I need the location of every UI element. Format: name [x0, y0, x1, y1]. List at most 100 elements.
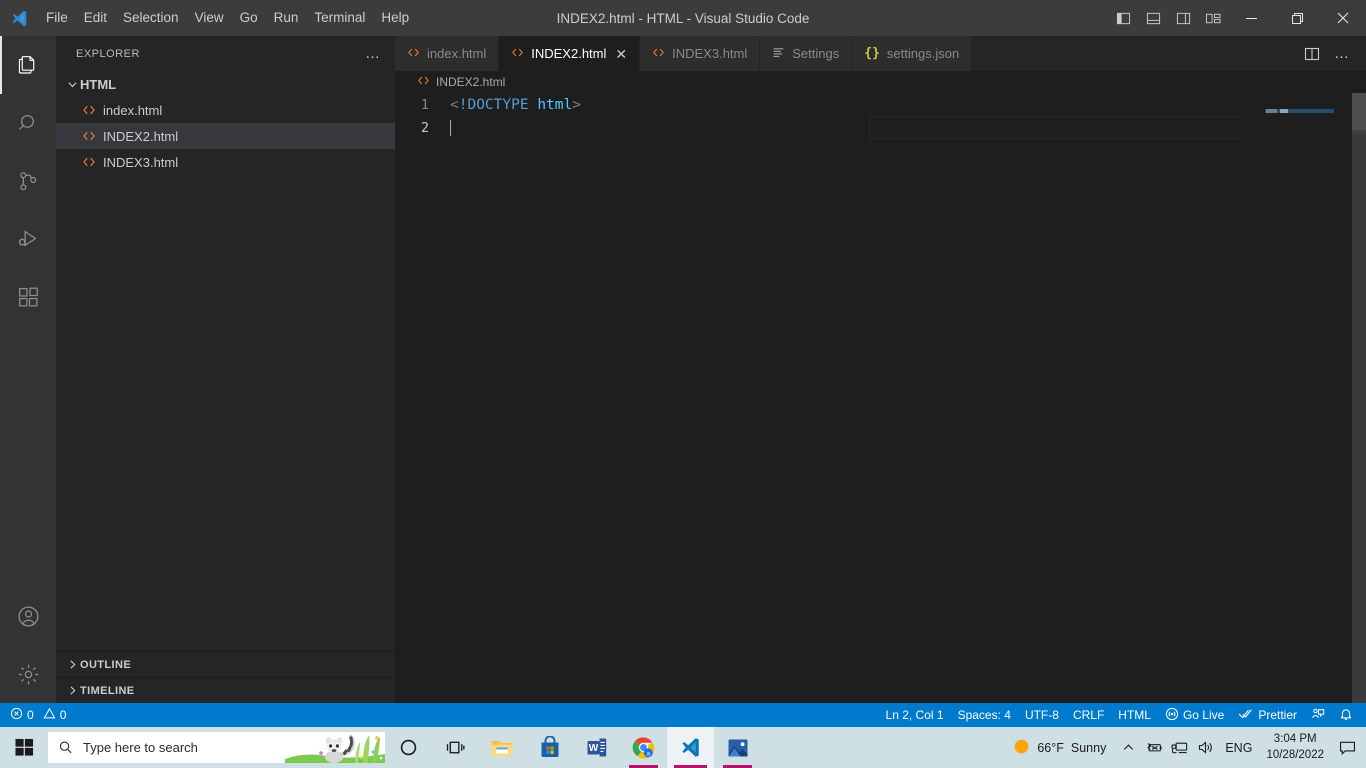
close-button[interactable]: [1320, 0, 1366, 36]
html-file-icon: [80, 103, 98, 117]
maximize-button[interactable]: [1274, 0, 1320, 36]
search-input[interactable]: Type here to search: [48, 732, 385, 763]
taskbar-task-view[interactable]: [432, 727, 479, 768]
windows-start-icon[interactable]: [0, 727, 48, 768]
section-label: TIMELINE: [80, 684, 135, 697]
more-editor-actions-button[interactable]: …: [1328, 36, 1356, 71]
activity-bar-bottom: [0, 587, 56, 703]
file-label: INDEX2.html: [103, 128, 179, 144]
menu-help[interactable]: Help: [373, 0, 417, 36]
token-close-angle: >: [572, 96, 581, 113]
clock-date: 10/28/2022: [1266, 748, 1324, 761]
taskbar-photos[interactable]: [714, 727, 761, 768]
warning-triangle-icon: [43, 707, 56, 723]
file-row-index-html[interactable]: index.html: [56, 97, 395, 123]
status-bar-right: Ln 2, Col 1 Spaces: 4 UTF-8 CRLF HTML Go…: [879, 703, 1366, 727]
status-prettier[interactable]: Prettier: [1231, 703, 1304, 727]
code-editor[interactable]: 1 <!DOCTYPE html> 2: [395, 93, 1366, 703]
minimap-token: [1266, 109, 1277, 113]
menu-selection[interactable]: Selection: [115, 0, 187, 36]
tab-label: INDEX3.html: [672, 46, 748, 61]
activity-explorer[interactable]: [0, 36, 56, 94]
status-encoding[interactable]: UTF-8: [1018, 703, 1066, 727]
taskbar-word[interactable]: W: [573, 727, 620, 768]
tab-index2-html[interactable]: INDEX2.html ✕: [499, 36, 641, 71]
code-line-text: <!DOCTYPE html>: [450, 97, 581, 113]
sidebar-section-outline[interactable]: OUTLINE: [56, 651, 395, 677]
activity-accounts[interactable]: [0, 587, 56, 645]
folder-row-html[interactable]: HTML: [56, 71, 395, 97]
activity-manage[interactable]: [0, 645, 56, 703]
status-language-mode[interactable]: HTML: [1111, 703, 1158, 727]
tab-settings-json[interactable]: {} settings.json: [852, 36, 973, 71]
tray-battery-icon[interactable]: [1141, 727, 1167, 768]
menu-view[interactable]: View: [187, 0, 232, 36]
breadcrumb[interactable]: INDEX2.html: [395, 71, 1366, 93]
html-file-icon: [417, 74, 430, 90]
toggle-secondary-sidebar-icon[interactable]: [1168, 0, 1198, 36]
action-center-icon[interactable]: [1332, 727, 1362, 768]
html-file-icon: [80, 155, 98, 169]
status-eol[interactable]: CRLF: [1066, 703, 1111, 727]
lemur-illustration: [285, 732, 385, 763]
taskbar-file-explorer[interactable]: [479, 727, 526, 768]
double-check-icon: [1238, 707, 1254, 724]
sidebar-section-timeline[interactable]: TIMELINE: [56, 677, 395, 703]
status-indentation[interactable]: Spaces: 4: [951, 703, 1018, 727]
scrollbar-track-lower[interactable]: [1352, 133, 1366, 703]
activity-search[interactable]: [0, 94, 56, 152]
sidebar-more-actions-icon[interactable]: …: [365, 46, 381, 61]
status-feedback[interactable]: [1304, 703, 1332, 727]
tray-network-icon[interactable]: [1167, 727, 1193, 768]
status-go-live[interactable]: Go Live: [1158, 703, 1231, 727]
show-hidden-icons-chevron[interactable]: [1115, 727, 1141, 768]
taskbar-chrome[interactable]: a: [620, 727, 667, 768]
tab-label: Settings: [792, 46, 840, 61]
file-row-index3-html[interactable]: INDEX3.html: [56, 149, 395, 175]
minimize-button[interactable]: [1228, 0, 1274, 36]
tab-settings[interactable]: Settings: [760, 36, 853, 71]
bell-icon: [1339, 707, 1353, 724]
line-number: 2: [420, 119, 429, 136]
toggle-primary-sidebar-icon[interactable]: [1108, 0, 1138, 36]
activity-extensions[interactable]: [0, 268, 56, 326]
status-bar: 0 0 Ln 2, Col 1 Spaces: 4 UTF-8 CRLF HTM…: [0, 703, 1366, 727]
customize-layout-icon[interactable]: [1198, 0, 1228, 36]
toggle-panel-icon[interactable]: [1138, 0, 1168, 36]
activity-run-debug[interactable]: [0, 210, 56, 268]
broadcast-icon: [1165, 707, 1179, 724]
menu-go[interactable]: Go: [232, 0, 266, 36]
file-row-index2-html[interactable]: INDEX2.html: [56, 123, 395, 149]
close-icon[interactable]: ✕: [615, 47, 627, 61]
split-editor-right-button[interactable]: [1298, 36, 1326, 71]
taskbar-cortana[interactable]: [385, 727, 432, 768]
activity-source-control[interactable]: [0, 152, 56, 210]
status-problems[interactable]: 0 0: [3, 703, 73, 727]
html-file-icon: [80, 129, 98, 143]
tray-volume-icon[interactable]: [1193, 727, 1219, 768]
editor-tab-bar: index.html INDEX2.html ✕ INDEX3.html Set…: [395, 36, 1366, 71]
menu-file[interactable]: File: [38, 0, 76, 36]
menu-edit[interactable]: Edit: [76, 0, 115, 36]
taskbar-vscode[interactable]: [667, 727, 714, 768]
html-file-icon: [652, 46, 665, 62]
tab-index3-html[interactable]: INDEX3.html: [640, 36, 761, 71]
menu-bar: File Edit Selection View Go Run Terminal…: [38, 0, 417, 36]
breadcrumb-label: INDEX2.html: [436, 75, 506, 89]
tab-index-html[interactable]: index.html: [395, 36, 500, 71]
code-line-1: 1 <!DOCTYPE html>: [395, 93, 1366, 116]
minimap[interactable]: [1242, 93, 1352, 703]
current-line-highlight: [869, 116, 1256, 139]
html-file-icon: [511, 46, 524, 62]
taskbar-microsoft-store[interactable]: [526, 727, 573, 768]
status-cursor-position[interactable]: Ln 2, Col 1: [879, 703, 951, 727]
search-placeholder: Type here to search: [83, 740, 198, 755]
status-notifications[interactable]: [1332, 703, 1360, 727]
taskbar-clock[interactable]: 3:04 PM 10/28/2022: [1258, 727, 1332, 768]
tray-language[interactable]: ENG: [1219, 727, 1258, 768]
weather-widget[interactable]: 66°F Sunny: [1004, 727, 1115, 768]
menu-terminal[interactable]: Terminal: [306, 0, 373, 36]
menu-run[interactable]: Run: [266, 0, 307, 36]
scrollbar-slider[interactable]: [1352, 93, 1366, 130]
